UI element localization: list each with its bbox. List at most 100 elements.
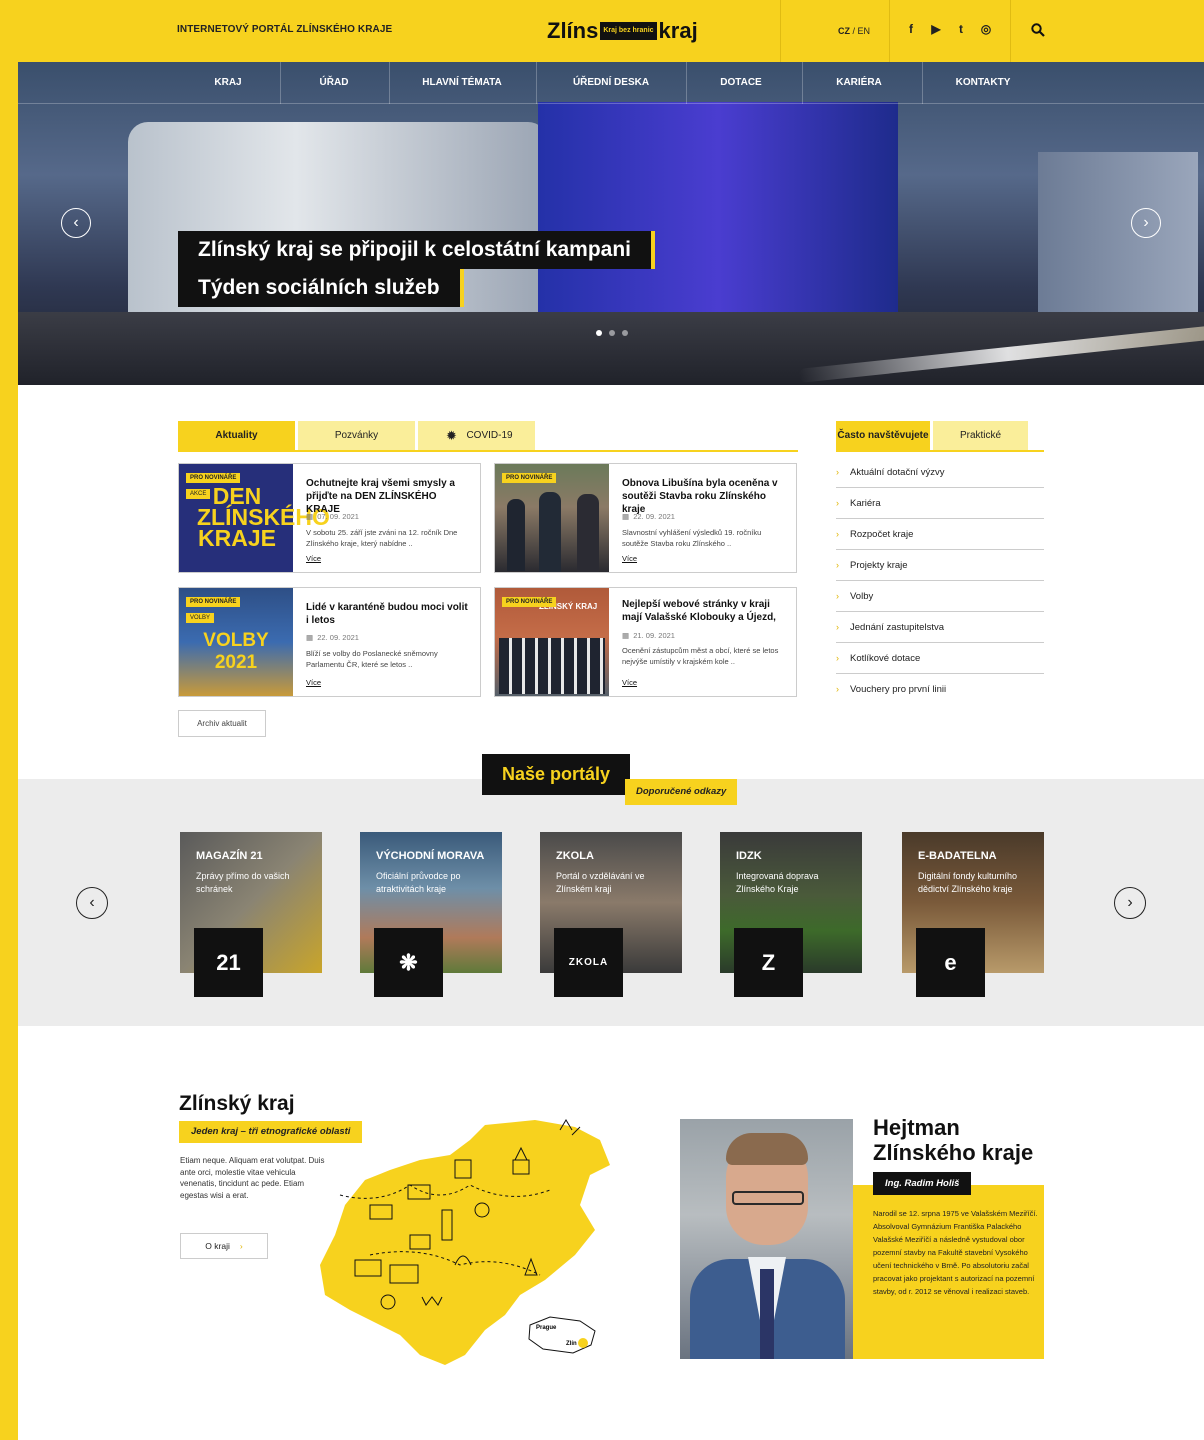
logo-box: Kraj bez hranic — [600, 22, 657, 40]
map-label-zlin: Zlín — [566, 1341, 577, 1347]
news-card-badge: PRO NOVINÁŘE — [186, 473, 241, 483]
portal-label: INTERNETOVÝ PORTÁL ZLÍNSKÉHO KRAJE — [177, 24, 393, 35]
logo-text-right: kraj — [658, 18, 698, 43]
nav-item-kraj[interactable]: KRAJ — [178, 62, 278, 104]
photo-tie — [760, 1269, 774, 1359]
photo-hair — [726, 1133, 808, 1165]
calendar-icon: ▦ — [622, 631, 630, 640]
portal-card-name: VÝCHODNÍ MORAVA — [376, 850, 485, 862]
side-tabs: Často navštěvujete Praktické — [836, 421, 1044, 452]
quick-link[interactable]: › Kotlíkové dotace — [836, 643, 1044, 674]
quick-link[interactable]: › Kariéra — [836, 488, 1044, 519]
quick-link[interactable]: › Rozpočet kraje — [836, 519, 1044, 550]
photo-person — [507, 499, 525, 571]
tab-covid-label: COVID-19 — [466, 430, 513, 441]
governor-bio: Narodil se 12. srpna 1975 ve Valašském M… — [873, 1209, 1038, 1296]
news-card-date: ▦ 22. 09. 2021 — [622, 512, 675, 521]
twitter-icon[interactable]: t — [955, 22, 967, 36]
hero-prev-arrow[interactable]: ‹ — [61, 208, 91, 238]
quick-link-label: Projekty kraje — [850, 560, 908, 571]
nav-item-urad[interactable]: ÚŘAD — [280, 62, 388, 104]
about-region-button-label: O kraji — [205, 1241, 230, 1251]
portal-card-magazin21[interactable]: MAGAZÍN 21 Zprávy přímo do vašich schrán… — [180, 832, 322, 997]
news-card-badge: PRO NOVINÁŘE — [186, 597, 241, 607]
social-links: f ▶ t ◎ — [905, 22, 992, 36]
hero-headline-line1: Zlínský kraj se připojil k celostátní ka… — [178, 231, 655, 269]
portals-next-arrow[interactable]: › — [1114, 887, 1146, 919]
nav-item-hlavni-temata[interactable]: HLAVNÍ TÉMATA — [389, 62, 535, 104]
photo-group — [499, 638, 605, 694]
nav-item-kontakty[interactable]: KONTAKTY — [922, 62, 1044, 104]
hero-next-arrow[interactable]: › — [1131, 208, 1161, 238]
news-card-more-link[interactable]: Více — [622, 678, 637, 687]
news-card[interactable]: VOLBY 2021 PRO NOVINÁŘE VOLBY Lidé v kar… — [178, 587, 481, 697]
site-logo[interactable]: Zlíns Kraj bez hranic kraj — [547, 12, 698, 50]
top-header: INTERNETOVÝ PORTÁL ZLÍNSKÉHO KRAJE Zlíns… — [18, 0, 1204, 62]
portals-subtitle: Doporučené odkazy — [625, 779, 738, 805]
slider-dot[interactable] — [609, 330, 615, 336]
about-region-button[interactable]: O kraji › — [180, 1233, 268, 1259]
chevron-right-icon: › — [239, 1241, 243, 1251]
instagram-icon[interactable]: ◎ — [980, 22, 992, 36]
slider-dot[interactable] — [622, 330, 628, 336]
tab-covid[interactable]: ✹ COVID-19 — [418, 421, 535, 450]
news-card[interactable]: ZLÍNSKÝ KRAJ PRO NOVINÁŘE Nejlepší webov… — [494, 587, 797, 697]
map-label-prague: Prague — [536, 1325, 557, 1331]
news-card-excerpt: Blíží se volby do Poslanecké sněmovny Pa… — [306, 649, 438, 669]
quick-link[interactable]: › Projekty kraje — [836, 550, 1044, 581]
chevron-right-icon: › — [836, 653, 839, 663]
search-icon[interactable] — [1031, 23, 1045, 37]
news-card-more-link[interactable]: Více — [306, 554, 321, 563]
lang-cz-link[interactable]: CZ — [838, 26, 850, 36]
idzk-logo-icon: Z — [734, 928, 803, 997]
lang-en-link[interactable]: EN — [858, 26, 871, 36]
youtube-icon[interactable]: ▶ — [930, 22, 942, 36]
quick-link-label: Kariéra — [850, 498, 881, 509]
quick-link-label: Volby — [850, 591, 874, 602]
quick-link-label: Vouchery pro první linii — [850, 684, 947, 695]
news-card-title[interactable]: Ochutnejte kraj všemi smysly a přijďte n… — [306, 477, 471, 516]
divider — [1010, 0, 1011, 62]
tab-pozvanky[interactable]: Pozvánky — [298, 421, 415, 450]
quick-link[interactable]: › Vouchery pro první linii — [836, 674, 1044, 705]
tab-prakticke[interactable]: Praktické — [933, 421, 1028, 450]
hero-headline[interactable]: Zlínský kraj se připojil k celostátní ka… — [178, 231, 655, 307]
quick-link[interactable]: › Jednání zastupitelstva — [836, 612, 1044, 643]
portal-card-vychodni-morava[interactable]: VÝCHODNÍ MORAVA Oficiální průvodce po at… — [360, 832, 502, 997]
news-card-date: ▦ 22. 09. 2021 — [306, 633, 359, 642]
news-card[interactable]: PRO NOVINÁŘE Obnova Libušína byla oceněn… — [494, 463, 797, 573]
portal-card-desc: Portál o vzdělávání ve Zlínském kraji — [556, 871, 645, 894]
news-card-title[interactable]: Nejlepší webové stránky v kraji mají Val… — [622, 598, 787, 624]
photo-glasses — [732, 1191, 804, 1205]
tab-casto-navstevujete[interactable]: Často navštěvujete — [836, 421, 930, 450]
quick-link[interactable]: › Aktuální dotační výzvy — [836, 457, 1044, 488]
portals-prev-arrow[interactable]: ‹ — [76, 887, 108, 919]
news-card-more-link[interactable]: Více — [306, 678, 321, 687]
portal-card-desc: Oficiální průvodce po atraktivitách kraj… — [376, 871, 461, 894]
portal-card-idzk[interactable]: IDZK Integrovaná doprava Zlínského Kraje… — [720, 832, 862, 997]
archive-button[interactable]: Archiv aktualit — [178, 710, 266, 737]
portal-card-zkola[interactable]: ZKOLA Portál o vzdělávání ve Zlínském kr… — [540, 832, 682, 997]
facebook-icon[interactable]: f — [905, 22, 917, 36]
quick-link[interactable]: › Volby — [836, 581, 1044, 612]
news-card-title[interactable]: Lidé v karanténě budou moci volit i leto… — [306, 601, 471, 627]
portal-card-desc: Integrovaná doprava Zlínského Kraje — [736, 871, 819, 894]
slider-dot[interactable] — [596, 330, 602, 336]
news-card-excerpt: Slavnostní vyhlášení výsledků 19. ročník… — [622, 528, 762, 548]
news-card-date-value: 22. 09. 2021 — [633, 512, 675, 521]
governor-title: Hejtman Zlínského kraje — [873, 1115, 1034, 1165]
nav-item-kariera[interactable]: KARIÉRA — [802, 62, 916, 104]
nav-item-dotace[interactable]: DOTACE — [686, 62, 796, 104]
news-card-date-value: 21. 09. 2021 — [633, 631, 675, 640]
tab-aktuality[interactable]: Aktuality — [178, 421, 295, 450]
portal-card-e-badatelna[interactable]: E-BADATELNA Digitální fondy kulturního d… — [902, 832, 1044, 997]
news-card-more-link[interactable]: Více — [622, 554, 637, 563]
news-card-date-value: 07. 09. 2021 — [317, 512, 359, 521]
divider — [889, 0, 890, 62]
news-card[interactable]: DEN ZLÍNSKÉHO KRAJE PRO NOVINÁŘE AKCE Oc… — [178, 463, 481, 573]
zkola-logo-icon: ZKOLA — [554, 928, 623, 997]
main-navigation: KRAJ ÚŘAD HLAVNÍ TÉMATA ÚŘEDNÍ DESKA DOT… — [18, 62, 1204, 104]
chevron-right-icon: › — [836, 560, 839, 570]
news-card-title[interactable]: Obnova Libušína byla oceněna v soutěži S… — [622, 477, 787, 516]
nav-item-uredni-deska[interactable]: ÚŘEDNÍ DESKA — [536, 62, 686, 104]
